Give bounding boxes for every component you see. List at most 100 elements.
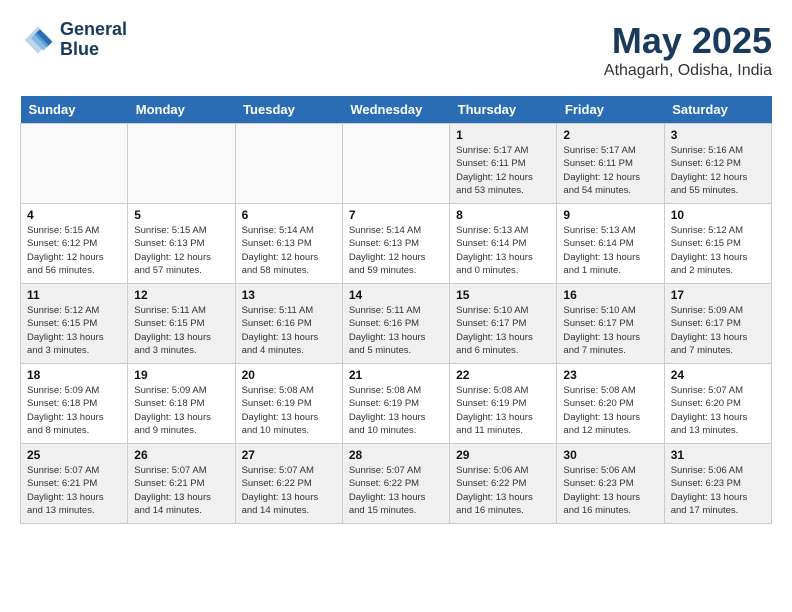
- weekday-header-thursday: Thursday: [450, 96, 557, 124]
- day-number: 18: [27, 368, 121, 382]
- day-info: Sunrise: 5:17 AM Sunset: 6:11 PM Dayligh…: [456, 144, 550, 197]
- calendar-cell: [235, 124, 342, 204]
- calendar-week-row: 1 Sunrise: 5:17 AM Sunset: 6:11 PM Daylig…: [21, 124, 772, 204]
- day-info: Sunrise: 5:17 AM Sunset: 6:11 PM Dayligh…: [563, 144, 657, 197]
- day-number: 15: [456, 288, 550, 302]
- calendar-cell: 4 Sunrise: 5:15 AM Sunset: 6:12 PM Daylig…: [21, 204, 128, 284]
- day-info: Sunrise: 5:08 AM Sunset: 6:19 PM Dayligh…: [349, 384, 443, 437]
- logo-text: General Blue: [60, 20, 127, 60]
- calendar-cell: 11Sunrise: 5:12 AM Sunset: 6:15 PM Dayli…: [21, 284, 128, 364]
- page-header: General Blue May 2025 Athagarh, Odisha, …: [20, 20, 772, 80]
- day-number: 7: [349, 208, 443, 222]
- day-info: Sunrise: 5:14 AM Sunset: 6:13 PM Dayligh…: [349, 224, 443, 277]
- calendar-cell: 9 Sunrise: 5:13 AM Sunset: 6:14 PM Daylig…: [557, 204, 664, 284]
- day-info: Sunrise: 5:09 AM Sunset: 6:18 PM Dayligh…: [27, 384, 121, 437]
- calendar-cell: 7 Sunrise: 5:14 AM Sunset: 6:13 PM Daylig…: [342, 204, 449, 284]
- calendar-cell: [342, 124, 449, 204]
- day-info: Sunrise: 5:06 AM Sunset: 6:22 PM Dayligh…: [456, 464, 550, 517]
- day-number: 6: [242, 208, 336, 222]
- day-number: 9: [563, 208, 657, 222]
- weekday-header-tuesday: Tuesday: [235, 96, 342, 124]
- calendar-cell: 28 Sunrise: 5:07 AM Sunset: 6:22 PM Dayli…: [342, 444, 449, 524]
- day-info: Sunrise: 5:16 AM Sunset: 6:12 PM Dayligh…: [671, 144, 765, 197]
- day-info: Sunrise: 5:11 AM Sunset: 6:16 PM Dayligh…: [242, 304, 336, 357]
- day-number: 8: [456, 208, 550, 222]
- day-number: 14: [349, 288, 443, 302]
- calendar-cell: 12 Sunrise: 5:11 AM Sunset: 6:15 PM Dayli…: [128, 284, 235, 364]
- calendar-cell: 1 Sunrise: 5:17 AM Sunset: 6:11 PM Daylig…: [450, 124, 557, 204]
- calendar-cell: 6Sunrise: 5:14 AM Sunset: 6:13 PM Daylig…: [235, 204, 342, 284]
- day-number: 26: [134, 448, 228, 462]
- day-number: 29: [456, 448, 550, 462]
- day-number: 22: [456, 368, 550, 382]
- calendar-cell: 13Sunrise: 5:11 AM Sunset: 6:16 PM Dayli…: [235, 284, 342, 364]
- day-number: 23: [563, 368, 657, 382]
- logo-line2: Blue: [60, 40, 127, 60]
- calendar-table: SundayMondayTuesdayWednesdayThursdayFrid…: [20, 96, 772, 524]
- calendar-cell: 29 Sunrise: 5:06 AM Sunset: 6:22 PM Dayli…: [450, 444, 557, 524]
- weekday-header-monday: Monday: [128, 96, 235, 124]
- day-info: Sunrise: 5:11 AM Sunset: 6:15 PM Dayligh…: [134, 304, 228, 357]
- logo-line1: General: [60, 20, 127, 40]
- day-number: 2: [563, 128, 657, 142]
- logo: General Blue: [20, 20, 127, 60]
- day-info: Sunrise: 5:08 AM Sunset: 6:19 PM Dayligh…: [242, 384, 336, 437]
- day-info: Sunrise: 5:07 AM Sunset: 6:20 PM Dayligh…: [671, 384, 765, 437]
- calendar-cell: 26 Sunrise: 5:07 AM Sunset: 6:21 PM Dayli…: [128, 444, 235, 524]
- day-info: Sunrise: 5:15 AM Sunset: 6:12 PM Dayligh…: [27, 224, 121, 277]
- day-info: Sunrise: 5:07 AM Sunset: 6:22 PM Dayligh…: [349, 464, 443, 517]
- day-number: 16: [563, 288, 657, 302]
- calendar-cell: 25Sunrise: 5:07 AM Sunset: 6:21 PM Dayli…: [21, 444, 128, 524]
- day-number: 21: [349, 368, 443, 382]
- day-info: Sunrise: 5:13 AM Sunset: 6:14 PM Dayligh…: [456, 224, 550, 277]
- day-number: 27: [242, 448, 336, 462]
- day-info: Sunrise: 5:15 AM Sunset: 6:13 PM Dayligh…: [134, 224, 228, 277]
- day-info: Sunrise: 5:08 AM Sunset: 6:20 PM Dayligh…: [563, 384, 657, 437]
- title-block: May 2025 Athagarh, Odisha, India: [604, 20, 772, 80]
- day-number: 30: [563, 448, 657, 462]
- day-number: 24: [671, 368, 765, 382]
- calendar-cell: 10 Sunrise: 5:12 AM Sunset: 6:15 PM Dayli…: [664, 204, 771, 284]
- day-number: 10: [671, 208, 765, 222]
- month-title: May 2025: [604, 20, 772, 62]
- day-info: Sunrise: 5:06 AM Sunset: 6:23 PM Dayligh…: [671, 464, 765, 517]
- calendar-cell: 30Sunrise: 5:06 AM Sunset: 6:23 PM Dayli…: [557, 444, 664, 524]
- day-info: Sunrise: 5:10 AM Sunset: 6:17 PM Dayligh…: [563, 304, 657, 357]
- day-info: Sunrise: 5:07 AM Sunset: 6:22 PM Dayligh…: [242, 464, 336, 517]
- weekday-header-saturday: Saturday: [664, 96, 771, 124]
- day-info: Sunrise: 5:07 AM Sunset: 6:21 PM Dayligh…: [134, 464, 228, 517]
- calendar-cell: 19 Sunrise: 5:09 AM Sunset: 6:18 PM Dayli…: [128, 364, 235, 444]
- calendar-cell: 3 Sunrise: 5:16 AM Sunset: 6:12 PM Daylig…: [664, 124, 771, 204]
- day-number: 4: [27, 208, 121, 222]
- day-number: 1: [456, 128, 550, 142]
- calendar-week-row: 18 Sunrise: 5:09 AM Sunset: 6:18 PM Dayli…: [21, 364, 772, 444]
- weekday-header-row: SundayMondayTuesdayWednesdayThursdayFrid…: [21, 96, 772, 124]
- calendar-cell: [21, 124, 128, 204]
- day-info: Sunrise: 5:13 AM Sunset: 6:14 PM Dayligh…: [563, 224, 657, 277]
- day-number: 17: [671, 288, 765, 302]
- calendar-cell: 14Sunrise: 5:11 AM Sunset: 6:16 PM Dayli…: [342, 284, 449, 364]
- weekday-header-wednesday: Wednesday: [342, 96, 449, 124]
- day-number: 31: [671, 448, 765, 462]
- calendar-cell: 27 Sunrise: 5:07 AM Sunset: 6:22 PM Dayli…: [235, 444, 342, 524]
- location: Athagarh, Odisha, India: [604, 62, 772, 80]
- calendar-cell: 23 Sunrise: 5:08 AM Sunset: 6:20 PM Dayli…: [557, 364, 664, 444]
- calendar-cell: 22 Sunrise: 5:08 AM Sunset: 6:19 PM Dayli…: [450, 364, 557, 444]
- day-number: 20: [242, 368, 336, 382]
- calendar-week-row: 11Sunrise: 5:12 AM Sunset: 6:15 PM Dayli…: [21, 284, 772, 364]
- day-info: Sunrise: 5:10 AM Sunset: 6:17 PM Dayligh…: [456, 304, 550, 357]
- day-number: 28: [349, 448, 443, 462]
- day-info: Sunrise: 5:08 AM Sunset: 6:19 PM Dayligh…: [456, 384, 550, 437]
- calendar-cell: 8 Sunrise: 5:13 AM Sunset: 6:14 PM Daylig…: [450, 204, 557, 284]
- day-number: 19: [134, 368, 228, 382]
- day-info: Sunrise: 5:12 AM Sunset: 6:15 PM Dayligh…: [671, 224, 765, 277]
- calendar-cell: 18 Sunrise: 5:09 AM Sunset: 6:18 PM Dayli…: [21, 364, 128, 444]
- calendar-week-row: 25Sunrise: 5:07 AM Sunset: 6:21 PM Dayli…: [21, 444, 772, 524]
- calendar-cell: 21 Sunrise: 5:08 AM Sunset: 6:19 PM Dayli…: [342, 364, 449, 444]
- calendar-cell: 2 Sunrise: 5:17 AM Sunset: 6:11 PM Daylig…: [557, 124, 664, 204]
- day-number: 3: [671, 128, 765, 142]
- day-info: Sunrise: 5:09 AM Sunset: 6:18 PM Dayligh…: [134, 384, 228, 437]
- weekday-header-sunday: Sunday: [21, 96, 128, 124]
- day-number: 12: [134, 288, 228, 302]
- weekday-header-friday: Friday: [557, 96, 664, 124]
